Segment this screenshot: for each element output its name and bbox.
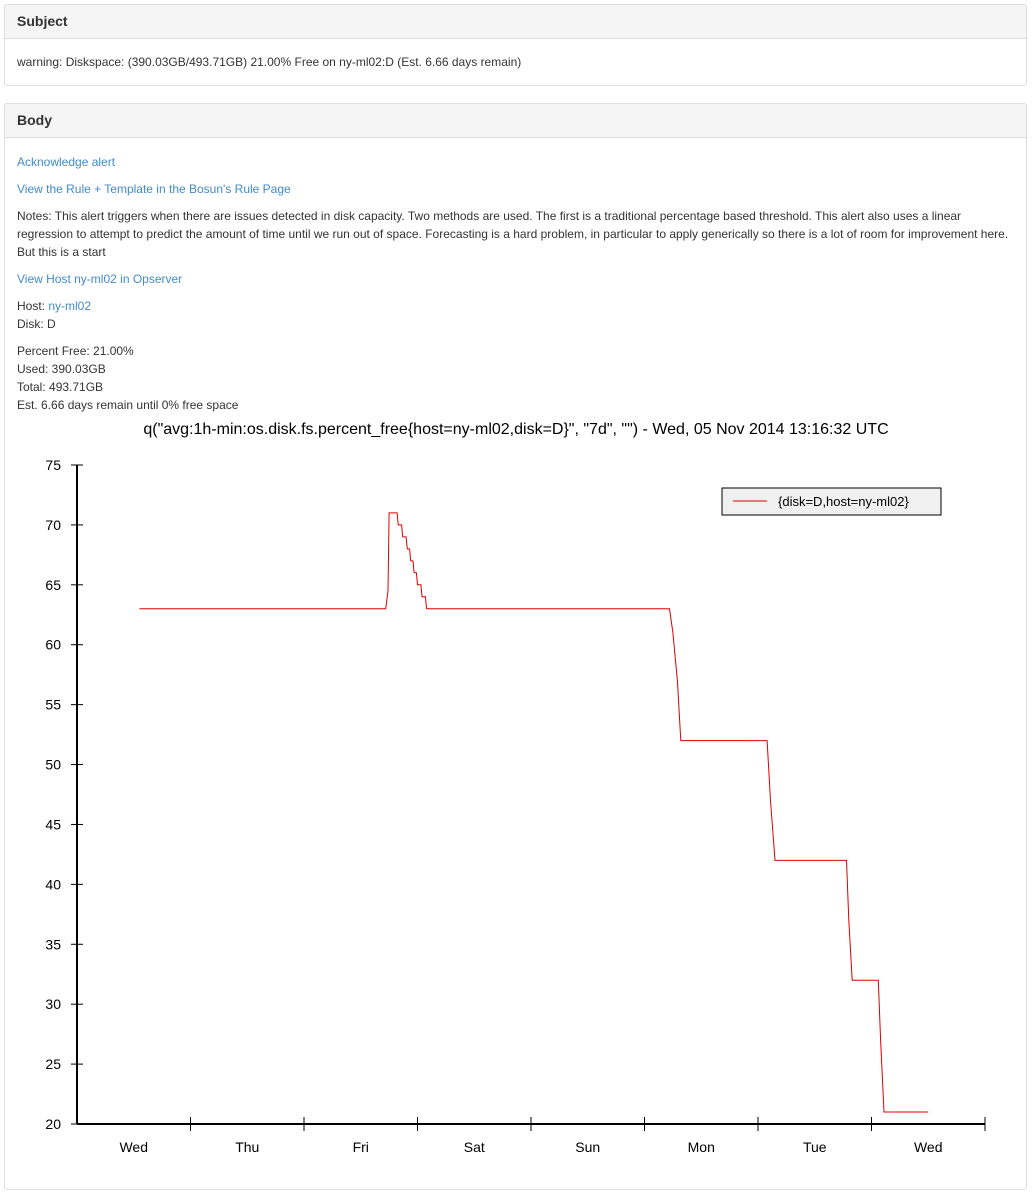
x-tick-label: Thu xyxy=(235,1139,259,1155)
y-tick-label: 75 xyxy=(45,457,61,473)
x-tick-label: Sun xyxy=(575,1139,600,1155)
y-tick-label: 50 xyxy=(45,757,61,773)
chart-title: q("avg:1h-min:os.disk.fs.percent_free{ho… xyxy=(143,421,888,438)
x-tick-label: Wed xyxy=(914,1139,943,1155)
y-tick-label: 20 xyxy=(45,1116,61,1132)
y-tick-label: 55 xyxy=(45,697,61,713)
legend-label: {disk=D,host=ny-ml02} xyxy=(778,494,909,509)
y-tick-label: 70 xyxy=(45,517,61,533)
chart-axes xyxy=(76,465,985,1125)
y-tick-label: 30 xyxy=(45,996,61,1012)
series-line xyxy=(139,512,929,1113)
y-tick-label: 40 xyxy=(45,876,61,892)
x-tick-label: Fri xyxy=(353,1139,369,1155)
chart-ticks: 20 25 30 35 40 45 50 55 60 65 70 75 Wed Thu Fri Sat Sun M… xyxy=(45,457,986,1155)
chart-series xyxy=(139,512,929,1113)
x-tick-label: Tue xyxy=(803,1139,827,1155)
y-tick-label: 45 xyxy=(45,816,61,832)
y-tick-label: 35 xyxy=(45,936,61,952)
y-tick-label: 60 xyxy=(45,637,61,653)
disk-percent-free-chart: q("avg:1h-min:os.disk.fs.percent_free{ho… xyxy=(45,421,986,1155)
x-tick-label: Mon xyxy=(688,1139,715,1155)
y-tick-label: 65 xyxy=(45,577,61,593)
chart-legend: {disk=D,host=ny-ml02} xyxy=(721,487,942,516)
x-tick-label: Sat xyxy=(464,1139,485,1155)
y-tick-label: 25 xyxy=(45,1056,61,1072)
x-tick-label: Wed xyxy=(119,1139,148,1155)
